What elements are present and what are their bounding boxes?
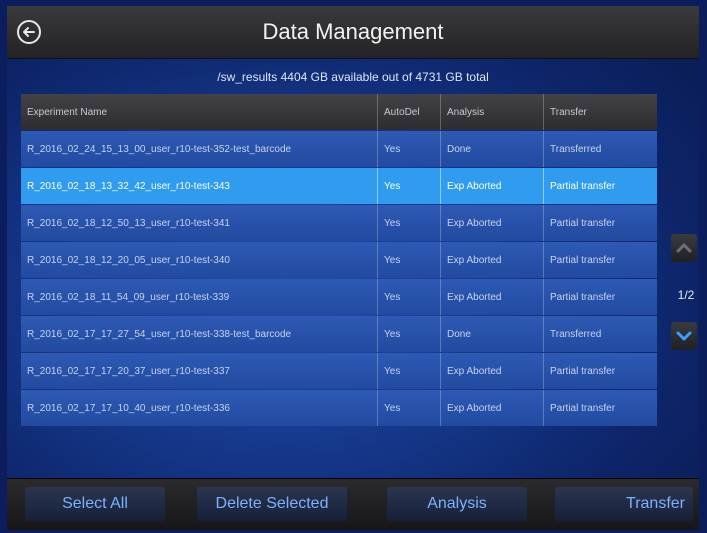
col-header-transfer[interactable]: Transfer bbox=[543, 94, 657, 130]
cell-autodel: Yes bbox=[377, 168, 440, 204]
cell-experiment-name: R_2016_02_17_17_10_40_user_r10-test-336 bbox=[27, 402, 230, 414]
col-header-analysis[interactable]: Analysis bbox=[440, 94, 543, 130]
page-down-button[interactable] bbox=[671, 322, 697, 350]
cell-transfer: Partial transfer bbox=[543, 390, 657, 426]
cell-analysis: Exp Aborted bbox=[440, 390, 543, 426]
delete-selected-button[interactable]: Delete Selected bbox=[197, 487, 347, 521]
cell-autodel: Yes bbox=[377, 353, 440, 389]
cell-analysis: Exp Aborted bbox=[440, 242, 543, 278]
cell-transfer: Transferred bbox=[543, 316, 657, 352]
page-up-button[interactable] bbox=[671, 234, 697, 262]
title-bar: Data Management bbox=[7, 6, 699, 59]
chevron-up-icon bbox=[676, 243, 692, 253]
cell-experiment-name: R_2016_02_18_13_32_42_user_r10-test-343 bbox=[27, 180, 230, 192]
col-header-autodel[interactable]: AutoDel bbox=[377, 94, 440, 130]
table-row[interactable]: R_2016_02_17_17_20_37_user_r10-test-337 … bbox=[21, 353, 657, 389]
table-row[interactable]: R_2016_02_17_17_10_40_user_r10-test-336 … bbox=[21, 390, 657, 426]
transfer-button[interactable]: Transfer bbox=[555, 487, 693, 521]
cell-analysis: Exp Aborted bbox=[440, 205, 543, 241]
cell-analysis: Exp Aborted bbox=[440, 168, 543, 204]
table-row[interactable]: R_2016_02_17_17_27_54_user_r10-test-338-… bbox=[21, 316, 657, 352]
cell-experiment-name: R_2016_02_24_15_13_00_user_r10-test-352-… bbox=[27, 143, 292, 155]
experiment-table: Experiment Name AutoDel Analysis Transfe… bbox=[21, 94, 657, 426]
table-row[interactable]: R_2016_02_18_12_20_05_user_r10-test-340 … bbox=[21, 242, 657, 278]
cell-autodel: Yes bbox=[377, 131, 440, 167]
cell-autodel: Yes bbox=[377, 205, 440, 241]
select-all-button[interactable]: Select All bbox=[25, 487, 165, 521]
cell-transfer: Transferred bbox=[543, 131, 657, 167]
cell-transfer: Partial transfer bbox=[543, 168, 657, 204]
chevron-down-icon bbox=[676, 331, 692, 341]
cell-analysis: Done bbox=[440, 131, 543, 167]
cell-autodel: Yes bbox=[377, 279, 440, 315]
cell-transfer: Partial transfer bbox=[543, 279, 657, 315]
cell-autodel: Yes bbox=[377, 242, 440, 278]
page-indicator: 1/2 bbox=[677, 288, 695, 302]
cell-transfer: Partial transfer bbox=[543, 353, 657, 389]
cell-autodel: Yes bbox=[377, 390, 440, 426]
cell-experiment-name: R_2016_02_18_12_20_05_user_r10-test-340 bbox=[27, 254, 230, 266]
cell-analysis: Exp Aborted bbox=[440, 279, 543, 315]
cell-analysis: Done bbox=[440, 316, 543, 352]
table-row[interactable]: R_2016_02_18_11_54_09_user_r10-test-339 … bbox=[21, 279, 657, 315]
cell-analysis: Exp Aborted bbox=[440, 353, 543, 389]
cell-experiment-name: R_2016_02_18_11_54_09_user_r10-test-339 bbox=[27, 291, 230, 303]
storage-info: /sw_results 4404 GB available out of 473… bbox=[217, 70, 489, 84]
cell-experiment-name: R_2016_02_17_17_27_54_user_r10-test-338-… bbox=[27, 328, 292, 340]
bottom-action-bar: Select All Delete Selected Analysis Tran… bbox=[7, 478, 699, 530]
table-row[interactable]: R_2016_02_18_12_50_13_user_r10-test-341 … bbox=[21, 205, 657, 241]
data-management-screen: Data Management /sw_results 4404 GB avai… bbox=[7, 6, 699, 530]
table-row-selected[interactable]: R_2016_02_18_13_32_42_user_r10-test-343 … bbox=[21, 168, 657, 204]
cell-experiment-name: R_2016_02_17_17_20_37_user_r10-test-337 bbox=[27, 365, 230, 377]
table-row[interactable]: R_2016_02_24_15_13_00_user_r10-test-352-… bbox=[21, 131, 657, 167]
cell-experiment-name: R_2016_02_18_12_50_13_user_r10-test-341 bbox=[27, 217, 230, 229]
cell-transfer: Partial transfer bbox=[543, 205, 657, 241]
cell-autodel: Yes bbox=[377, 316, 440, 352]
col-header-experiment-name[interactable]: Experiment Name bbox=[21, 94, 377, 130]
analysis-button[interactable]: Analysis bbox=[387, 487, 527, 521]
cell-transfer: Partial transfer bbox=[543, 242, 657, 278]
page-title: Data Management bbox=[262, 19, 444, 44]
table-header: Experiment Name AutoDel Analysis Transfe… bbox=[21, 94, 657, 130]
